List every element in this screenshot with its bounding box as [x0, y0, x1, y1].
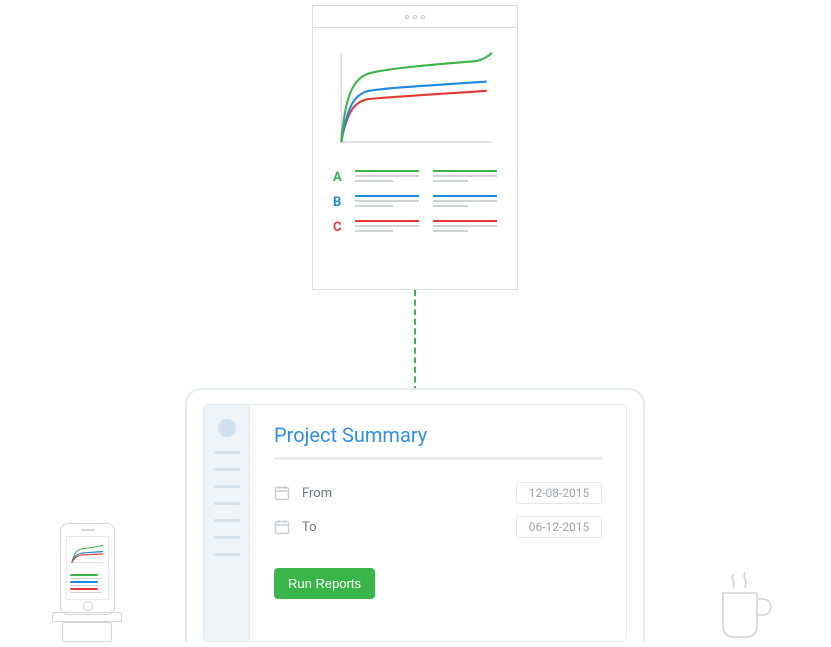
report-legend: A B C	[333, 170, 497, 235]
legend-row-c: C	[333, 220, 497, 235]
from-label: From	[302, 486, 356, 501]
from-date-row: From 12-08-2015	[274, 482, 602, 504]
run-reports-button[interactable]: Run Reports	[274, 568, 375, 599]
to-date-row: To 06-12-2015	[274, 516, 602, 538]
app-sidebar	[204, 405, 250, 641]
sidebar-item[interactable]	[214, 519, 240, 522]
sidebar-item[interactable]	[214, 536, 240, 539]
to-date-field[interactable]: 06-12-2015	[516, 516, 602, 538]
calendar-icon	[274, 485, 290, 501]
coffee-mug-icon	[715, 573, 775, 641]
calendar-icon	[274, 519, 290, 535]
to-label: To	[302, 520, 356, 535]
connector-line	[414, 290, 416, 392]
legend-row-b: B	[333, 195, 497, 210]
sidebar-item[interactable]	[214, 485, 240, 488]
legend-row-a: A	[333, 170, 497, 185]
app-main: Project Summary From 12-08-2015	[250, 405, 626, 641]
page-title: Project Summary	[274, 423, 602, 447]
phone-chart	[70, 540, 105, 568]
avatar[interactable]	[218, 419, 236, 437]
sidebar-item[interactable]	[214, 502, 240, 505]
report-sheet: A B C	[312, 5, 518, 290]
laptop: Project Summary From 12-08-2015	[185, 388, 645, 642]
phone-stand-base	[62, 622, 112, 642]
sidebar-item[interactable]	[214, 451, 240, 454]
app-window: Project Summary From 12-08-2015	[203, 404, 627, 642]
report-chart	[333, 44, 497, 154]
divider	[274, 457, 602, 460]
legend-letter-b: B	[333, 195, 345, 210]
legend-letter-a: A	[333, 170, 345, 185]
phone-screen	[66, 536, 109, 600]
legend-letter-c: C	[333, 220, 345, 235]
sidebar-item[interactable]	[214, 553, 240, 556]
phone-legend	[70, 574, 105, 593]
phone-stand	[52, 612, 122, 622]
sidebar-item[interactable]	[214, 468, 240, 471]
from-date-field[interactable]: 12-08-2015	[516, 482, 602, 504]
laptop-screen: Project Summary From 12-08-2015	[185, 388, 645, 642]
phone	[60, 523, 115, 615]
report-sheet-titlebar	[313, 6, 517, 28]
